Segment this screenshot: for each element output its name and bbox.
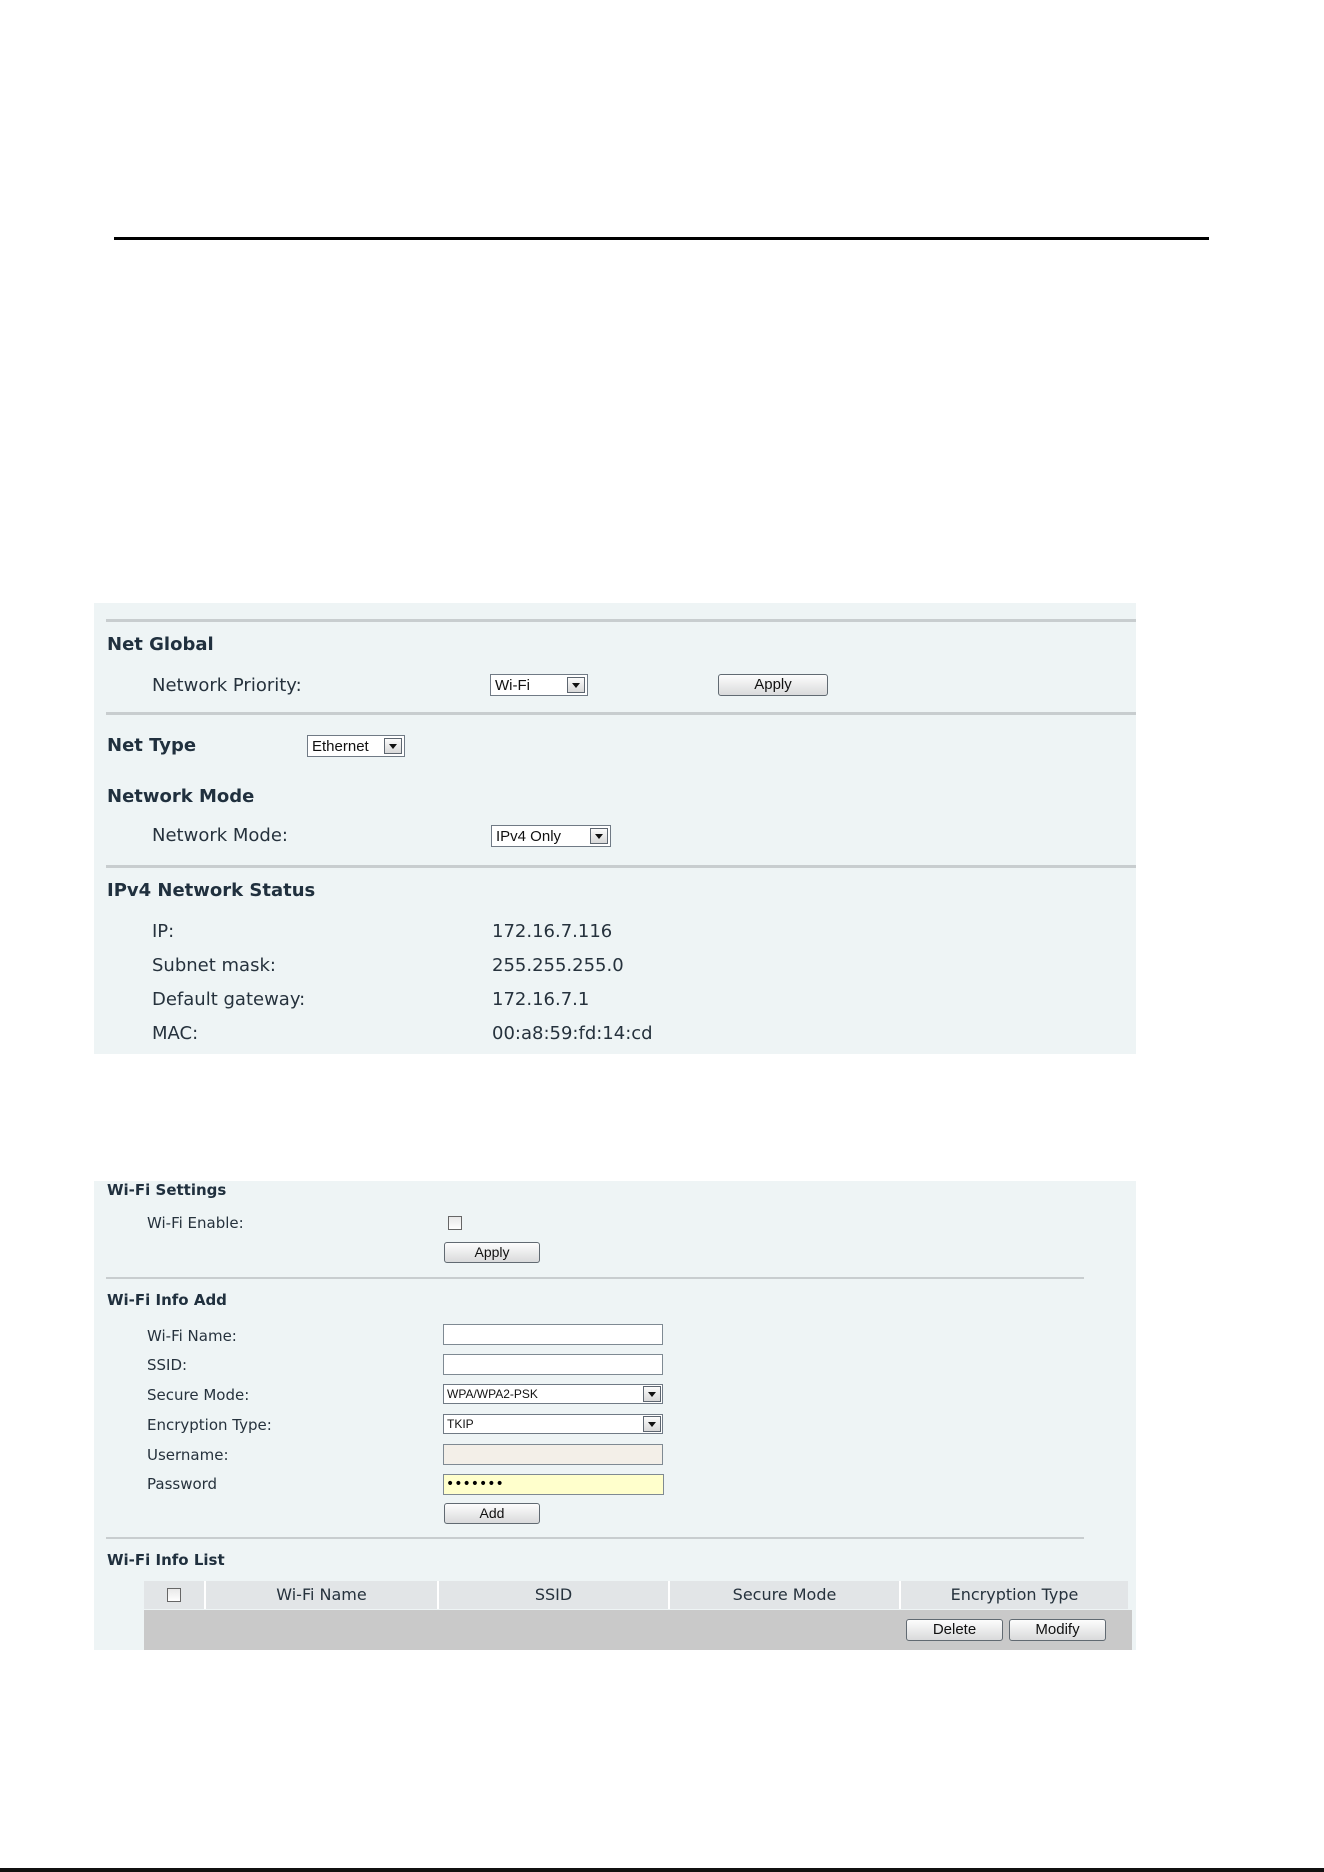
chevron-down-icon [643,1386,661,1402]
net-global-heading: Net Global [107,634,214,655]
ssid-label: SSID: [147,1356,188,1374]
net-type-select[interactable]: Ethernet [307,735,405,757]
wifi-list-actions-bar: Delete Modify [144,1610,1132,1650]
secure-mode-value: WPA/WPA2-PSK [447,1387,538,1401]
select-all-cell [144,1581,204,1609]
section-divider [106,619,1136,622]
network-priority-value: Wi-Fi [495,677,530,694]
wifi-info-list-heading: Wi-Fi Info List [107,1551,225,1569]
wifi-apply-button[interactable]: Apply [444,1242,540,1263]
wifi-settings-heading: Wi-Fi Settings [107,1181,227,1199]
add-button[interactable]: Add [444,1503,540,1524]
encryption-type-select[interactable]: TKIP [443,1414,663,1434]
password-label: Password [147,1475,218,1493]
wifi-name-input[interactable] [443,1324,663,1345]
column-header-ssid: SSID [437,1581,668,1609]
delete-button[interactable]: Delete [906,1619,1003,1641]
network-mode-label: Network Mode: [152,825,288,846]
username-label: Username: [147,1446,229,1464]
ipv4-status-heading: IPv4 Network Status [107,880,316,901]
default-gateway-label: Default gateway: [152,989,306,1010]
apply-button[interactable]: Apply [718,674,828,696]
wifi-name-label: Wi-Fi Name: [147,1327,237,1345]
network-mode-select[interactable]: IPv4 Only [491,825,611,847]
chevron-down-icon [567,677,585,693]
section-divider [106,1537,1084,1539]
network-priority-select[interactable]: Wi-Fi [490,674,588,696]
mac-value: 00:a8:59:fd:14:cd [492,1023,653,1044]
column-header-wifi-name: Wi-Fi Name [204,1581,437,1609]
section-divider [106,1277,1084,1279]
wifi-list-table-header: Wi-Fi Name SSID Secure Mode Encryption T… [144,1581,1128,1609]
net-type-heading: Net Type [107,735,197,756]
top-rule [114,237,1209,240]
wifi-info-add-heading: Wi-Fi Info Add [107,1291,227,1309]
ssid-input[interactable] [443,1354,663,1375]
network-mode-value: IPv4 Only [496,828,562,845]
column-header-secure-mode: Secure Mode [668,1581,899,1609]
net-type-value: Ethernet [312,738,369,755]
ip-value: 172.16.7.116 [492,921,613,942]
section-divider [106,712,1136,715]
encryption-type-label: Encryption Type: [147,1416,272,1434]
column-header-encryption-type: Encryption Type [899,1581,1128,1609]
subnet-mask-value: 255.255.255.0 [492,955,624,976]
wifi-settings-panel: Wi-Fi Settings Wi-Fi Enable: Apply Wi-Fi… [94,1181,1136,1650]
network-priority-label: Network Priority: [152,675,302,696]
network-settings-panel: Net Global Network Priority: Wi-Fi Apply… [94,603,1136,1054]
chevron-down-icon [384,738,402,754]
secure-mode-label: Secure Mode: [147,1386,250,1404]
secure-mode-select[interactable]: WPA/WPA2-PSK [443,1384,663,1404]
ip-label: IP: [152,921,175,942]
modify-button[interactable]: Modify [1009,1619,1106,1641]
wifi-enable-checkbox[interactable] [448,1216,462,1230]
encryption-type-value: TKIP [447,1417,474,1431]
mac-label: MAC: [152,1023,199,1044]
chevron-down-icon [590,828,608,844]
username-input[interactable] [443,1444,663,1465]
default-gateway-value: 172.16.7.1 [492,989,590,1010]
select-all-checkbox[interactable] [167,1588,181,1602]
password-input[interactable]: ••••••• [443,1474,664,1495]
wifi-enable-label: Wi-Fi Enable: [147,1214,244,1232]
section-divider [106,865,1136,868]
bottom-rule [0,1868,1324,1872]
network-mode-heading: Network Mode [107,786,255,807]
subnet-mask-label: Subnet mask: [152,955,276,976]
chevron-down-icon [643,1416,661,1432]
